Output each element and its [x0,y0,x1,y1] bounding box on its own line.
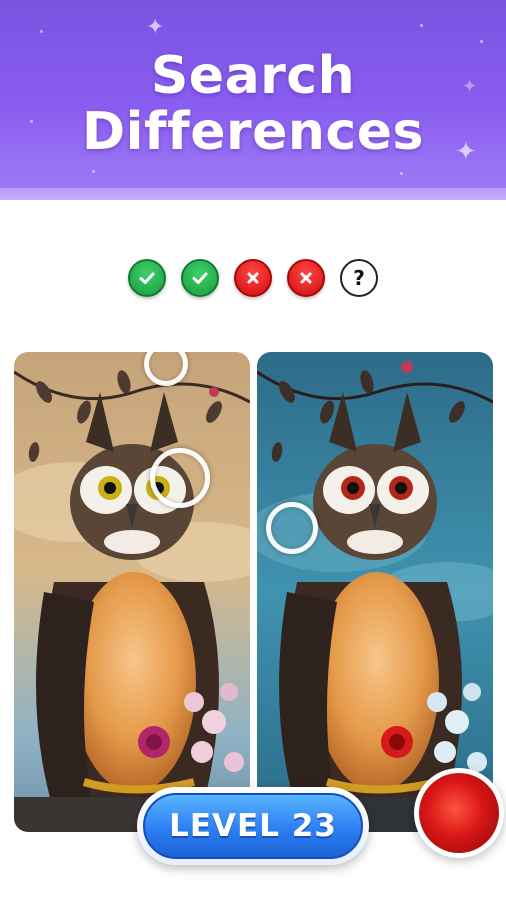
x-icon [300,272,312,284]
check-icon [192,272,208,284]
zoom-magnifier [414,768,504,858]
missed-badge [234,259,272,297]
x-icon [247,272,259,284]
question-icon: ? [340,259,378,297]
owl-image-left [14,352,250,832]
check-icon [139,272,155,284]
rose-zoom-image [419,773,499,853]
title-line-1: Search [150,46,356,106]
banner-edge [0,188,506,200]
missed-badge [287,259,325,297]
found-badge [181,259,219,297]
right-image-panel[interactable] [257,352,493,832]
title-line-2: Differences [82,102,424,162]
found-badge [128,259,166,297]
difference-progress: ? [128,259,378,299]
owl-image-right [257,352,493,832]
found-marker-ring [150,448,210,508]
sparkle-icon: ✦ [146,14,165,39]
found-marker-ring [266,502,318,554]
level-badge: LEVEL 23 [137,787,369,865]
left-image-panel[interactable] [14,352,250,832]
header-banner: ✦ ✦ ✦ Search Differences [0,0,506,197]
level-label: LEVEL 23 [143,793,363,859]
